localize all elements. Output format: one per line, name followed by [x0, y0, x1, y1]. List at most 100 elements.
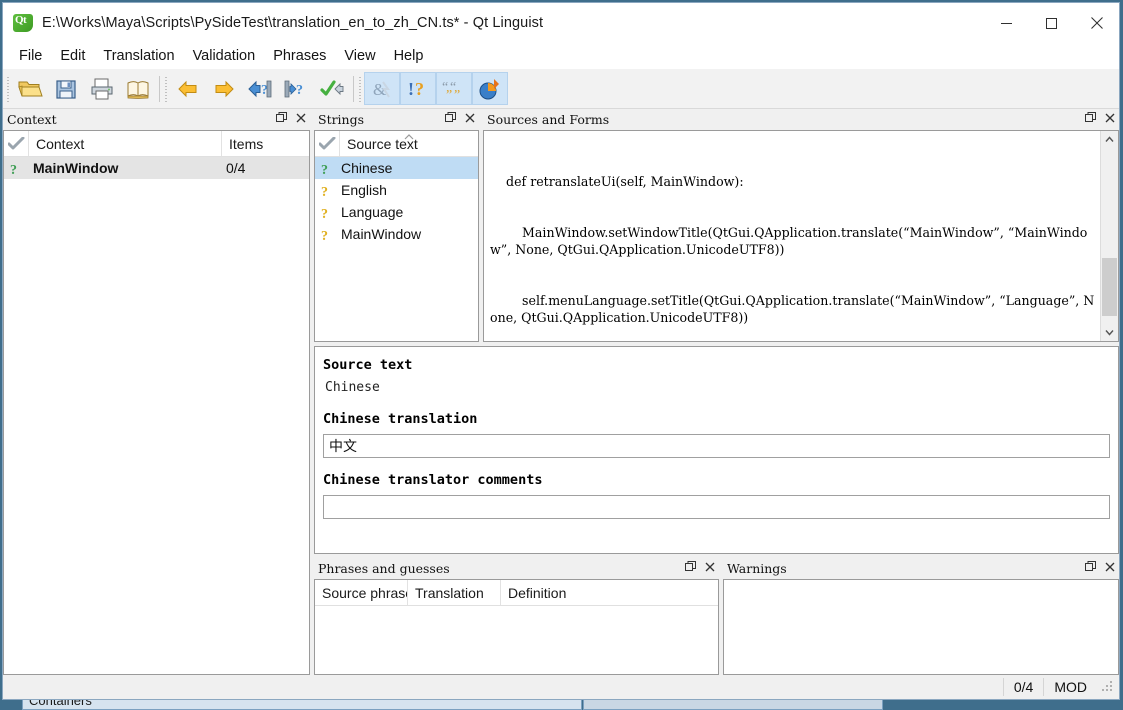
phrase-matches-icon[interactable]: “ “ ” ”: [436, 72, 472, 105]
warnings-content: [724, 580, 1118, 588]
warnings-dock-label: Warnings: [727, 561, 787, 576]
scroll-up-arrow-icon[interactable]: [1101, 131, 1118, 148]
phrases-column-source[interactable]: Source phrase: [315, 580, 408, 605]
close-icon[interactable]: [703, 560, 716, 573]
done-and-next-icon[interactable]: [314, 72, 350, 105]
scroll-down-arrow-icon[interactable]: [1101, 324, 1118, 341]
sources-vertical-scrollbar[interactable]: [1100, 131, 1118, 341]
svg-text:?: ?: [321, 229, 328, 242]
printer-icon[interactable]: [84, 72, 120, 105]
float-icon[interactable]: [1084, 111, 1097, 124]
question-mark-yellow-icon: ?: [315, 183, 337, 198]
menu-validation[interactable]: Validation: [184, 45, 265, 67]
menu-view[interactable]: View: [335, 45, 384, 67]
warnings-content-panel[interactable]: [723, 579, 1119, 675]
accelerators-icon[interactable]: &: [364, 72, 400, 105]
open-book-icon[interactable]: [120, 72, 156, 105]
menu-phrases[interactable]: Phrases: [264, 45, 335, 67]
list-item[interactable]: ? Chinese: [315, 157, 478, 179]
toolbar-grip-3[interactable]: [357, 74, 364, 103]
close-icon[interactable]: [1103, 560, 1116, 573]
close-button[interactable]: [1074, 3, 1119, 43]
sources-dock: Sources and Forms def retranslateUi(self…: [483, 109, 1119, 342]
list-item[interactable]: ? English: [315, 179, 478, 201]
screen: Containers E:\Works\Maya\Scripts\PySideT…: [0, 0, 1123, 710]
svg-text:?: ?: [296, 83, 303, 98]
list-item[interactable]: ? Language: [315, 201, 478, 223]
phrases-column-translation[interactable]: Translation: [408, 580, 501, 605]
context-column-check[interactable]: [4, 131, 29, 156]
table-row[interactable]: ? MainWindow 0/4: [4, 157, 309, 179]
strings-column-check[interactable]: [315, 131, 340, 156]
toolbar-grip-2[interactable]: [163, 74, 170, 103]
close-icon[interactable]: [294, 111, 307, 124]
context-dock-title: Context: [3, 109, 310, 130]
strings-tree-panel[interactable]: Source text ? Chinese ? English ? Langua…: [314, 130, 479, 342]
menu-file[interactable]: File: [10, 45, 51, 67]
sources-scroll-thumb[interactable]: [1102, 258, 1117, 316]
float-icon[interactable]: [444, 111, 457, 124]
comments-label: Chinese translator comments: [323, 472, 543, 488]
maximize-button[interactable]: [1029, 3, 1074, 43]
ending-punctuation-icon[interactable]: ! ?: [400, 72, 436, 105]
minimize-button[interactable]: [984, 3, 1029, 43]
sources-code-panel[interactable]: def retranslateUi(self, MainWindow): Mai…: [483, 130, 1119, 342]
sources-dock-label: Sources and Forms: [487, 112, 610, 127]
context-tree-header: Context Items: [4, 131, 309, 157]
question-mark-yellow-icon: ?: [315, 205, 337, 220]
tool-bar: ? ? & ! ? “ “ ” ”: [3, 69, 1119, 109]
open-folder-icon[interactable]: [12, 72, 48, 105]
menu-edit[interactable]: Edit: [51, 45, 94, 67]
source-text-value: Chinese: [325, 380, 380, 395]
float-icon[interactable]: [275, 111, 288, 124]
sort-ascending-caret-icon: [404, 131, 415, 143]
strings-row-source: English: [341, 182, 387, 198]
context-row-items: 0/4: [226, 160, 246, 176]
context-dock: Context Context Items ? MainWindow 0/4: [3, 109, 310, 675]
toolbar-grip-1[interactable]: [5, 74, 12, 103]
next-unfinished-icon[interactable]: ?: [278, 72, 314, 105]
svg-text:”: ”: [454, 88, 460, 100]
float-icon[interactable]: [684, 560, 697, 573]
strings-column-source[interactable]: Source text: [340, 131, 478, 156]
strings-dock: Strings Source text ? Chinese ? English …: [314, 109, 479, 342]
context-column-context[interactable]: Context: [29, 131, 222, 156]
svg-text:?: ?: [321, 163, 328, 176]
phrases-dock-label: Phrases and guesses: [318, 561, 450, 576]
strings-dock-label: Strings: [318, 112, 365, 127]
list-item[interactable]: ? MainWindow: [315, 223, 478, 245]
sources-dock-title: Sources and Forms: [483, 109, 1119, 130]
strings-tree-header: Source text: [315, 131, 478, 157]
translator-comments-input[interactable]: [323, 495, 1110, 519]
translation-input[interactable]: 中文: [323, 434, 1110, 458]
context-column-items[interactable]: Items: [222, 131, 309, 156]
warnings-dock-buttons: [1084, 560, 1116, 573]
context-dock-buttons: [275, 111, 307, 124]
resize-grip-icon[interactable]: [1101, 680, 1115, 694]
float-icon[interactable]: [1084, 560, 1097, 573]
sources-scroll-track[interactable]: [1101, 148, 1118, 324]
svg-text:?: ?: [321, 207, 328, 220]
context-tree-panel[interactable]: Context Items ? MainWindow 0/4: [3, 130, 310, 675]
strings-row-source: Chinese: [341, 160, 393, 176]
warnings-dock: Warnings: [723, 558, 1119, 675]
strings-row-source: Language: [341, 204, 404, 220]
title-bar: E:\Works\Maya\Scripts\PySideTest\transla…: [3, 3, 1119, 43]
svg-text:!: !: [408, 79, 414, 99]
arrow-right-icon[interactable]: [206, 72, 242, 105]
phrases-dock-buttons: [684, 560, 716, 573]
arrow-left-icon[interactable]: [170, 72, 206, 105]
svg-text:?: ?: [415, 79, 424, 99]
phrases-column-definition[interactable]: Definition: [501, 580, 718, 605]
phrases-table-panel[interactable]: Source phrase Translation Definition: [314, 579, 719, 675]
source-code-view[interactable]: def retranslateUi(self, MainWindow): Mai…: [484, 131, 1118, 341]
prev-unfinished-icon[interactable]: ?: [242, 72, 278, 105]
save-disk-icon[interactable]: [48, 72, 84, 105]
menu-help[interactable]: Help: [385, 45, 433, 67]
place-marker-icon[interactable]: [472, 72, 508, 105]
menu-translation[interactable]: Translation: [94, 45, 183, 67]
close-icon[interactable]: [1103, 111, 1116, 124]
translation-label: Chinese translation: [323, 411, 478, 427]
top-docks-row: Strings Source text ? Chinese ? English …: [314, 109, 1119, 342]
close-icon[interactable]: [463, 111, 476, 124]
